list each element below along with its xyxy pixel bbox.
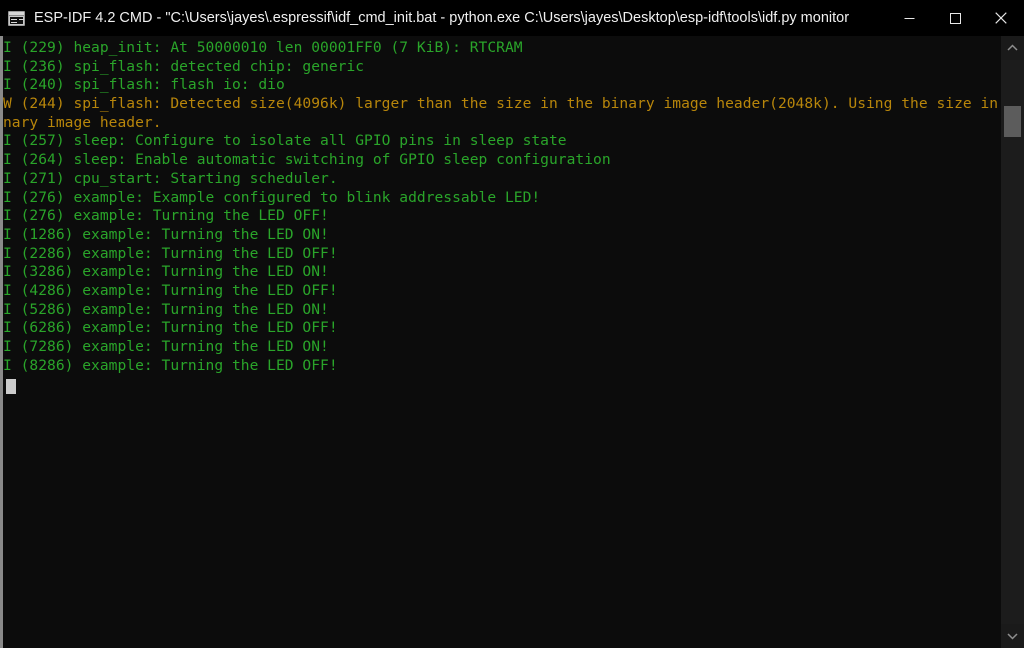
minimize-button[interactable] [886,0,932,36]
vertical-scrollbar[interactable] [1001,36,1024,648]
console-line: I (257) sleep: Configure to isolate all … [3,132,567,150]
maximize-button[interactable] [932,0,978,36]
icon-screen [10,16,23,24]
console-line: I (2286) example: Turning the LED OFF! [3,244,338,262]
text-cursor [6,378,16,394]
console-line: I (6286) example: Turning the LED OFF! [3,319,338,337]
console-line: I (5286) example: Turning the LED ON! [3,300,329,318]
scrollbar-thumb[interactable] [1004,106,1021,137]
close-button[interactable] [978,0,1024,36]
console-line: I (240) spi_flash: flash io: dio [3,76,285,94]
console-line: nary image header. [3,113,162,131]
window-title: ESP-IDF 4.2 CMD - "C:\Users\jayes\.espre… [34,10,850,26]
console-line: I (4286) example: Turning the LED OFF! [3,281,338,299]
scroll-up-button[interactable] [1001,36,1024,60]
console-line: I (7286) example: Turning the LED ON! [3,338,329,355]
icon-title-strip [9,11,24,16]
console-line: I (271) cpu_start: Starting scheduler. [3,169,338,187]
console-line: I (276) example: Turning the LED OFF! [3,207,329,225]
console-line: I (8286) example: Turning the LED OFF! [3,356,338,374]
console-line: I (1286) example: Turning the LED ON! [3,225,329,243]
console-line: I (236) spi_flash: detected chip: generi… [3,57,365,75]
scrollbar-track[interactable] [1001,60,1024,624]
console-line: I (276) example: Example configured to b… [3,188,541,206]
console-line: I (264) sleep: Enable automatic switchin… [3,151,611,169]
console-window: ESP-IDF 4.2 CMD - "C:\Users\jayes\.espre… [0,0,1024,648]
terminal-output-area[interactable]: I (229) heap_init: At 50000010 len 00001… [0,36,1024,648]
console-log-lines: I (229) heap_init: At 50000010 len 00001… [3,39,1024,375]
console-line: W (244) spi_flash: Detected size(4096k) … [3,95,1024,113]
console-line: I (3286) example: Turning the LED ON! [3,263,329,281]
scroll-down-button[interactable] [1001,624,1024,648]
console-window-icon [8,10,25,26]
title-bar[interactable]: ESP-IDF 4.2 CMD - "C:\Users\jayes\.espre… [0,0,1024,36]
console-line: I (229) heap_init: At 50000010 len 00001… [3,39,523,56]
